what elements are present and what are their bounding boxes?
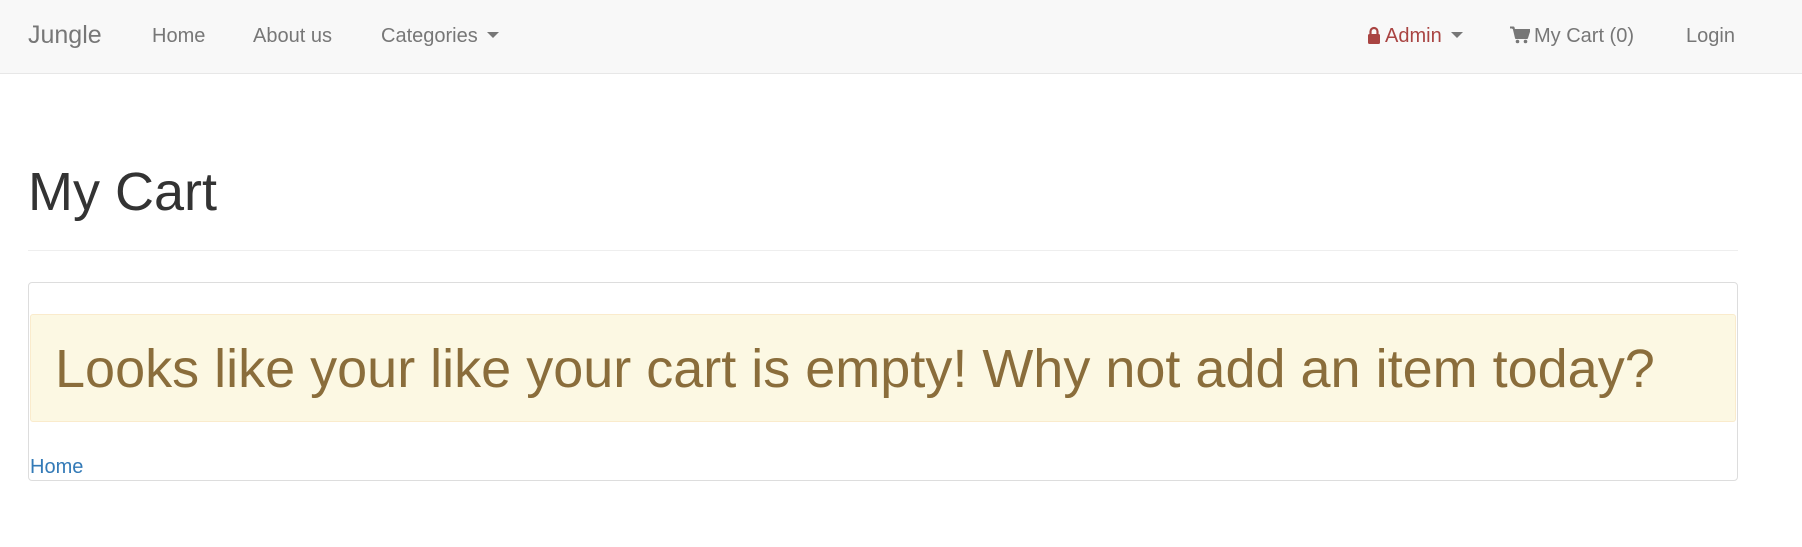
empty-cart-alert: Looks like your like your cart is empty!… (30, 314, 1736, 422)
shopping-cart-icon (1510, 26, 1530, 44)
nav-link-about-us[interactable]: About us (253, 24, 332, 48)
caret-down-icon (486, 31, 499, 38)
brand-link[interactable]: Jungle (28, 20, 102, 50)
nav-link-login-label: Login (1686, 25, 1735, 47)
nav-link-home[interactable]: Home (152, 24, 205, 48)
nav-link-my-cart[interactable]: My Cart (0) (1510, 24, 1634, 48)
home-link[interactable]: Home (30, 455, 83, 479)
cart-panel: Looks like your like your cart is empty!… (28, 282, 1738, 481)
page-title: My Cart (28, 162, 217, 222)
nav-link-home-label: Home (152, 25, 206, 47)
nav-link-login[interactable]: Login (1686, 24, 1735, 48)
nav-dropdown-categories[interactable]: Categories (381, 24, 499, 48)
title-divider (28, 250, 1738, 251)
lock-icon (1368, 26, 1380, 44)
navbar: Jungle Home About us Categories Admin My… (0, 0, 1802, 74)
nav-dropdown-categories-label: Categories (381, 25, 478, 47)
nav-dropdown-admin[interactable]: Admin (1367, 24, 1463, 48)
caret-down-icon (1450, 31, 1463, 38)
nav-link-my-cart-label: My Cart (0) (1534, 25, 1634, 47)
nav-dropdown-admin-label: Admin (1385, 25, 1442, 47)
nav-link-about-us-label: About us (253, 25, 332, 47)
